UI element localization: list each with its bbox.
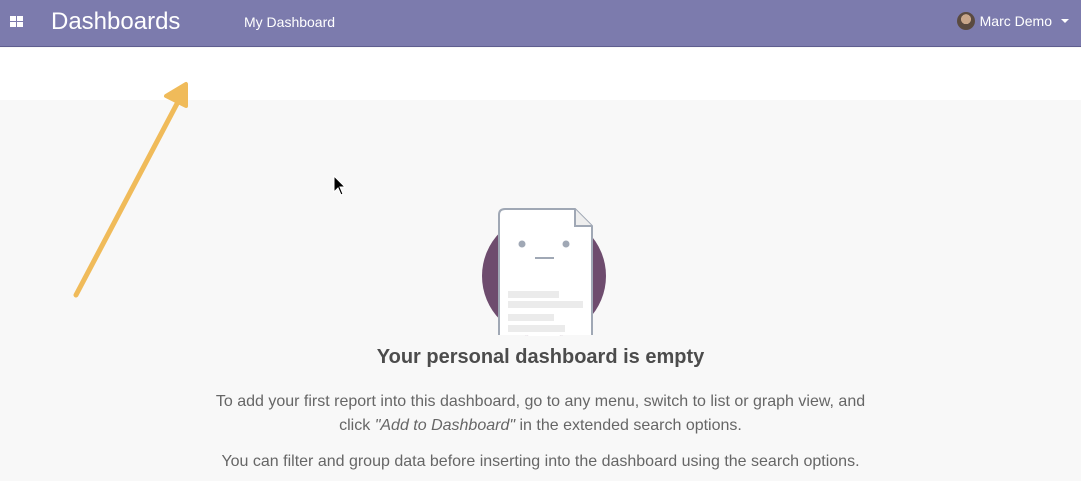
help-text-filter: You can filter and group data before ins…: [221, 453, 860, 470]
annotation-arrow-icon: [73, 82, 188, 298]
empty-document-icon: [498, 208, 593, 348]
empty-title: Your personal dashboard is empty: [376, 346, 705, 368]
mouse-cursor-icon: [333, 174, 347, 196]
help-text: To add your first report into this dashb…: [215, 393, 866, 434]
